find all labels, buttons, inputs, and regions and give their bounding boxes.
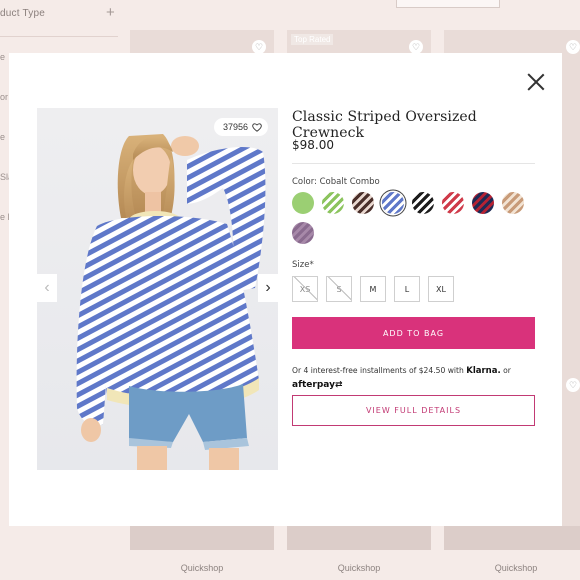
- klarna-logo[interactable]: Klarna.: [466, 366, 500, 376]
- close-icon[interactable]: [525, 72, 547, 94]
- color-swatch-red-stripe[interactable]: [442, 192, 464, 214]
- quickshop-button[interactable]: Quickshop: [444, 563, 580, 573]
- like-count-pill[interactable]: 37956: [213, 118, 268, 136]
- installments-or: or: [503, 366, 511, 375]
- filter-item-partial[interactable]: or: [0, 92, 8, 102]
- quickshop-modal: 37956 ‹ › Classic Striped Oversized Crew…: [9, 53, 562, 526]
- filter-item-partial[interactable]: e: [0, 132, 5, 142]
- afterpay-icon: ⇄: [334, 380, 343, 390]
- filter-expand-plus-icon[interactable]: +: [106, 4, 115, 21]
- color-swatches: [292, 192, 542, 244]
- chevron-right-icon: ›: [265, 279, 271, 296]
- installments-text: Or 4 interest-free installments of $24.5…: [292, 366, 464, 375]
- wishlist-heart-icon[interactable]: ♡: [566, 378, 580, 392]
- size-option-l[interactable]: L: [394, 276, 420, 302]
- divider: [292, 163, 535, 164]
- wishlist-heart-icon[interactable]: ♡: [252, 40, 266, 54]
- top-rated-badge: Top Rated: [291, 34, 334, 45]
- quickshop-button[interactable]: Quickshop: [287, 563, 431, 573]
- model-photo: [76, 134, 266, 470]
- next-image-button[interactable]: ›: [258, 274, 278, 302]
- sort-dropdown[interactable]: [396, 0, 500, 8]
- chevron-left-icon: ‹: [44, 279, 50, 296]
- afterpay-logo[interactable]: afterpay: [292, 380, 335, 390]
- product-title[interactable]: Classic Striped Oversized Crewneck: [292, 109, 542, 141]
- product-price: $98.00: [292, 138, 334, 152]
- wishlist-heart-icon[interactable]: ♡: [409, 40, 423, 54]
- installments-info: Or 4 interest-free installments of $24.5…: [292, 364, 542, 392]
- like-count: 37956: [222, 122, 248, 132]
- color-swatch-cobalt-combo[interactable]: [382, 192, 404, 214]
- color-swatch-green-stripe[interactable]: [322, 192, 344, 214]
- color-swatch-tan-stripe[interactable]: [502, 192, 524, 214]
- card-image-bottom: [444, 526, 580, 550]
- size-option-xl[interactable]: XL: [428, 276, 454, 302]
- size-option-m[interactable]: M: [360, 276, 386, 302]
- size-options: XS S M L XL: [292, 276, 454, 302]
- color-swatch-plum[interactable]: [292, 222, 314, 244]
- color-swatch-navy-red[interactable]: [472, 192, 494, 214]
- wishlist-heart-icon[interactable]: ♡: [566, 40, 580, 54]
- size-label: Size*: [292, 260, 314, 270]
- heart-icon: [252, 122, 262, 132]
- card-image-bottom: [287, 526, 431, 550]
- size-option-xs[interactable]: XS: [292, 276, 318, 302]
- card-image-bottom: [130, 526, 274, 550]
- color-swatch-black-stripe[interactable]: [412, 192, 434, 214]
- color-swatch-brown-stripe[interactable]: [352, 192, 374, 214]
- filter-product-type-label[interactable]: duct Type: [0, 8, 45, 19]
- filter-item-partial[interactable]: e: [0, 52, 5, 62]
- filter-divider: [0, 36, 118, 37]
- quickshop-button[interactable]: Quickshop: [130, 563, 274, 573]
- product-image: 37956 ‹ ›: [37, 108, 278, 470]
- size-option-s[interactable]: S: [326, 276, 352, 302]
- color-label: Color: Cobalt Combo: [292, 177, 380, 187]
- add-to-bag-button[interactable]: ADD TO BAG: [292, 317, 535, 349]
- previous-image-button[interactable]: ‹: [37, 274, 57, 302]
- view-full-details-button[interactable]: VIEW FULL DETAILS: [292, 395, 535, 426]
- color-swatch-light-green[interactable]: [292, 192, 314, 214]
